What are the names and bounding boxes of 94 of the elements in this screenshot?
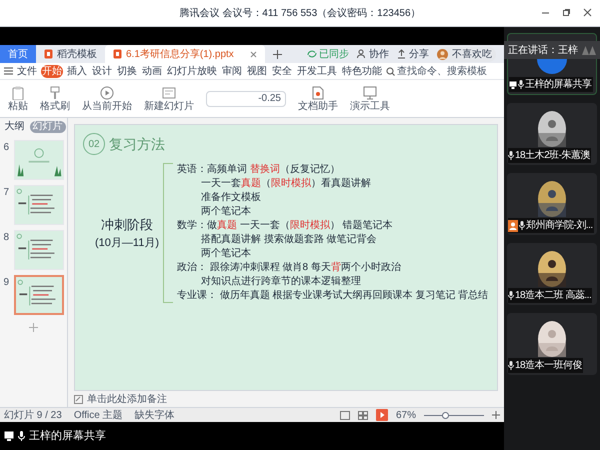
ribbon-tab[interactable]: 审阅 (221, 64, 243, 78)
slide-text-line: 两个笔记本 (200, 205, 252, 219)
ribbon-tab[interactable]: 切换 (116, 64, 138, 78)
document-tab[interactable]: 稻壳模板 (36, 45, 105, 63)
microphone-icon (508, 151, 514, 160)
search-field[interactable]: 查找命令、搜索模板 (386, 64, 501, 78)
ribbon-tab[interactable]: 开发工具 (296, 64, 338, 78)
sound-wave-icon (582, 46, 596, 54)
ribbon-tab[interactable]: 动画 (141, 64, 163, 78)
document-icon (311, 86, 325, 100)
document-tab[interactable]: 首页 (0, 45, 36, 63)
slide-text-line: 准备作文模板 (200, 191, 262, 205)
ribbon-tab[interactable]: 文件 (16, 64, 38, 78)
ribbon-tab[interactable]: 安全 (271, 64, 293, 78)
participant-name: 王梓的屏幕共享 (525, 78, 592, 92)
slide-text-line: 一天一套真题（限时模拟）看真题讲解 (200, 177, 372, 191)
search-icon (386, 66, 395, 76)
ribbon-tab[interactable]: 插入 (66, 64, 88, 78)
close-icon[interactable] (250, 50, 257, 58)
ribbon-button[interactable]: 粘贴 (8, 86, 28, 112)
slide-number: 9 (4, 276, 10, 290)
slide-text-line: 数学：做真题 一天一套（限时模拟） 错题笔记本 (177, 219, 394, 233)
slider-thumb[interactable] (442, 412, 449, 418)
toolbar-action[interactable]: 分享 (397, 46, 429, 62)
edit-icon (74, 394, 83, 404)
new-slide-icon (162, 86, 176, 100)
sharer-label: 王梓的屏幕共享 (29, 428, 106, 444)
grid-view-icon[interactable] (358, 410, 368, 420)
ribbon-button[interactable]: 从当前开始 (82, 86, 132, 112)
participant-name: 郑州商学院-刘... (526, 218, 593, 233)
menu-icon[interactable] (4, 67, 13, 75)
participant-name: 18土木2班-朱蕙澳 (515, 148, 590, 163)
normal-view-icon[interactable] (340, 410, 350, 420)
presentation-file-icon (113, 49, 122, 59)
ribbon-button[interactable]: 演示工具 (350, 86, 390, 112)
close-icon[interactable] (583, 8, 592, 17)
missing-fonts-button[interactable]: 缺失字体 (134, 408, 175, 422)
window-title: 腾讯会议 会议号：411 756 553（会议密码：123456） (179, 6, 420, 20)
slide-number: 7 (4, 186, 10, 200)
panel-tab[interactable]: 大纲 (2, 120, 28, 132)
play-icon[interactable] (376, 409, 388, 421)
slide-thumbnail[interactable] (14, 275, 64, 315)
microphone-icon (519, 221, 525, 230)
add-slide-icon[interactable] (29, 323, 38, 332)
ribbon-button[interactable]: 新建幻灯片 (144, 86, 194, 112)
participant-name: 18造本二班 高蕊... (515, 288, 592, 303)
slide-text-line: 英语：高频单词 替换词（反复记忆） (177, 163, 341, 177)
template-store-icon (44, 49, 53, 59)
presentation-icon (363, 86, 377, 100)
zoom-in-icon[interactable] (492, 411, 500, 419)
person-icon (357, 49, 367, 59)
zoom-level: 67% (396, 408, 416, 422)
slide-number: 6 (4, 141, 10, 155)
clipboard-icon (11, 86, 25, 100)
toolbar-action[interactable]: 协作 (357, 46, 389, 62)
slide-text-line: 政治： 跟徐涛冲刺课程 做肖8 每天背两个小时政治 (177, 261, 402, 275)
notes-placeholder[interactable]: 单击此处添加备注 (87, 392, 167, 406)
document-tab[interactable]: 6.1考研信息分享(1).pptx (105, 45, 265, 63)
slide-heading: 复习方法 (109, 134, 165, 154)
slide-text-line: 专业课： 做历年真题 根据专业课考试大纲再回顾课本 复习笔记 背总结 (177, 289, 488, 303)
slide-text-line: 对知识点进行跨章节的课本逻辑整理 (200, 275, 362, 289)
theme-name: Office 主题 (74, 408, 123, 422)
slide-number: 8 (4, 231, 10, 245)
section-number: 02 (83, 133, 105, 155)
slide-text-line: 两个笔记本 (200, 247, 252, 261)
screen-share-icon (509, 80, 517, 88)
new-tab-icon[interactable] (272, 50, 282, 58)
ribbon-tab[interactable]: 幻灯片放映 (166, 64, 218, 78)
font-size-field[interactable]: -0.25 (206, 90, 286, 106)
microphone-icon (18, 431, 25, 441)
restore-icon[interactable] (562, 8, 571, 17)
ribbon-tab[interactable]: 特色功能 (341, 64, 383, 78)
ribbon-tab[interactable]: 开始 (41, 64, 63, 78)
ribbon-tab[interactable]: 视图 (246, 64, 268, 78)
ribbon-button[interactable]: 格式刷 (40, 86, 70, 112)
slide-text-line: 搭配真题讲解 摸索做题套路 做笔记背会 (200, 233, 378, 247)
brush-icon (48, 86, 62, 100)
sync-icon (307, 49, 317, 59)
stage-period: (10月—11月) (95, 236, 159, 250)
avatar-icon (437, 48, 448, 60)
microphone-icon (518, 80, 524, 89)
ribbon-tab[interactable]: 设计 (91, 64, 113, 78)
screen-share-icon (4, 431, 14, 441)
play-icon (100, 86, 114, 100)
microphone-icon (508, 361, 514, 370)
ribbon-button[interactable]: 文档助手 (298, 86, 338, 112)
participant-name: 18造本一班何俊 (515, 358, 582, 373)
microphone-icon (508, 291, 514, 300)
speaking-indicator: 正在讲话：王梓 (504, 41, 600, 59)
share-icon (397, 49, 407, 59)
slide-counter: 幻灯片 9 / 23 (4, 408, 62, 422)
stage-title: 冲刺阶段 (101, 216, 153, 234)
account-button[interactable]: 不喜欢吃 (437, 46, 496, 62)
host-icon (508, 220, 518, 232)
